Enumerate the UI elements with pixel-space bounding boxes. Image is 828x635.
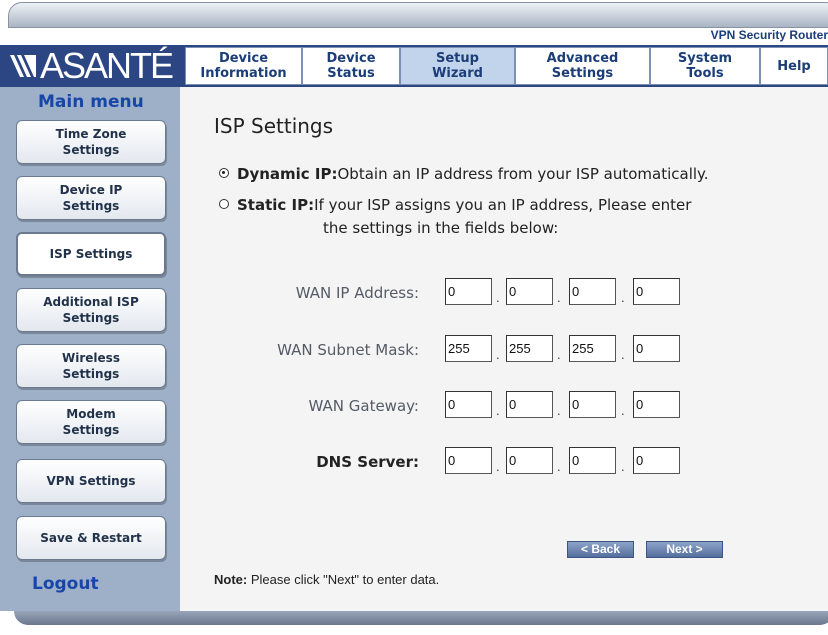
note-label: Note:: [214, 572, 248, 587]
wan-subnet-octet-1[interactable]: [445, 335, 492, 362]
sidebar-item-vpn[interactable]: VPN Settings: [16, 459, 166, 503]
sidebar-item-isp-settings[interactable]: ISP Settings: [16, 232, 166, 276]
wan-subnet-octet-2[interactable]: [506, 335, 553, 362]
dynamic-ip-radio[interactable]: [219, 168, 229, 178]
ip-separator: .: [621, 347, 625, 362]
ip-separator: .: [621, 459, 625, 474]
wan-gateway-octet-3[interactable]: [569, 391, 616, 418]
logout-link[interactable]: Logout: [32, 574, 99, 594]
wan-subnet-mask-label: WAN Subnet Mask:: [277, 341, 419, 359]
logo-text: ASANTÉ: [40, 45, 174, 86]
dns-server-octet-1[interactable]: [445, 447, 492, 474]
ip-separator: .: [621, 290, 625, 305]
dynamic-ip-description: Obtain an IP address from your ISP autom…: [337, 165, 709, 183]
sidebar-item-time-zone[interactable]: Time Zone Settings: [16, 120, 166, 164]
wan-ip-octet-2[interactable]: [506, 278, 553, 305]
tab-setup-wizard[interactable]: Setup Wizard: [400, 47, 515, 85]
ip-separator: .: [621, 403, 625, 418]
wan-gateway-label: WAN Gateway:: [308, 397, 420, 415]
static-ip-description: If your ISP assigns you an IP address, P…: [314, 196, 692, 214]
sidebar-item-modem[interactable]: Modem Settings: [16, 400, 166, 444]
dns-server-octet-3[interactable]: [569, 447, 616, 474]
wan-ip-octet-3[interactable]: [569, 278, 616, 305]
product-title: VPN Security Router: [710, 28, 828, 42]
tab-advanced-settings[interactable]: Advanced Settings: [515, 47, 650, 85]
ip-separator: .: [496, 459, 500, 474]
ip-separator: .: [557, 290, 561, 305]
tab-help[interactable]: Help: [760, 47, 828, 85]
sidebar-item-wireless[interactable]: Wireless Settings: [16, 344, 166, 388]
asante-logo: ASANTÉ: [10, 48, 180, 84]
note-message: Please click "Next" to enter data.: [247, 572, 440, 587]
tab-device-status[interactable]: Device Status: [302, 47, 400, 85]
dns-server-octet-2[interactable]: [506, 447, 553, 474]
wan-gateway-octet-1[interactable]: [445, 391, 492, 418]
sidebar-item-save-restart[interactable]: Save & Restart: [16, 516, 166, 560]
dns-server-octet-4[interactable]: [633, 447, 680, 474]
dynamic-ip-label: Dynamic IP:: [237, 165, 338, 183]
dynamic-ip-option: Dynamic IP:Obtain an IP address from you…: [219, 165, 709, 183]
wan-ip-octet-1[interactable]: [445, 278, 492, 305]
ip-separator: .: [557, 347, 561, 362]
window-frame-bottom: [14, 611, 828, 625]
dns-server-label: DNS Server:: [316, 453, 419, 471]
ip-separator: .: [557, 403, 561, 418]
ip-separator: .: [496, 403, 500, 418]
tab-system-tools[interactable]: System Tools: [650, 47, 760, 85]
sidebar-item-additional-isp[interactable]: Additional ISP Settings: [16, 288, 166, 332]
wan-ip-octet-4[interactable]: [633, 278, 680, 305]
back-button[interactable]: < Back: [567, 541, 634, 558]
ip-separator: .: [496, 347, 500, 362]
static-ip-label: Static IP:: [237, 196, 315, 214]
note-text: Note: Please click "Next" to enter data.: [214, 572, 439, 587]
wan-ip-label: WAN IP Address:: [295, 284, 419, 302]
static-ip-option: Static IP:If your ISP assigns you an IP …: [219, 196, 691, 214]
ip-separator: .: [496, 290, 500, 305]
static-ip-radio[interactable]: [219, 199, 229, 209]
static-ip-description-line2: the settings in the fields below:: [323, 219, 559, 237]
wan-gateway-octet-2[interactable]: [506, 391, 553, 418]
sidebar-item-device-ip[interactable]: Device IP Settings: [16, 176, 166, 220]
ip-separator: .: [557, 459, 561, 474]
page-title: ISP Settings: [214, 114, 334, 138]
next-button[interactable]: Next >: [646, 541, 723, 558]
sidebar-title: Main menu: [38, 92, 144, 112]
wan-gateway-octet-4[interactable]: [633, 391, 680, 418]
logo-stripes-icon: [10, 55, 36, 77]
wan-subnet-octet-4[interactable]: [633, 335, 680, 362]
wan-subnet-octet-3[interactable]: [569, 335, 616, 362]
tab-device-information[interactable]: Device Information: [185, 47, 302, 85]
